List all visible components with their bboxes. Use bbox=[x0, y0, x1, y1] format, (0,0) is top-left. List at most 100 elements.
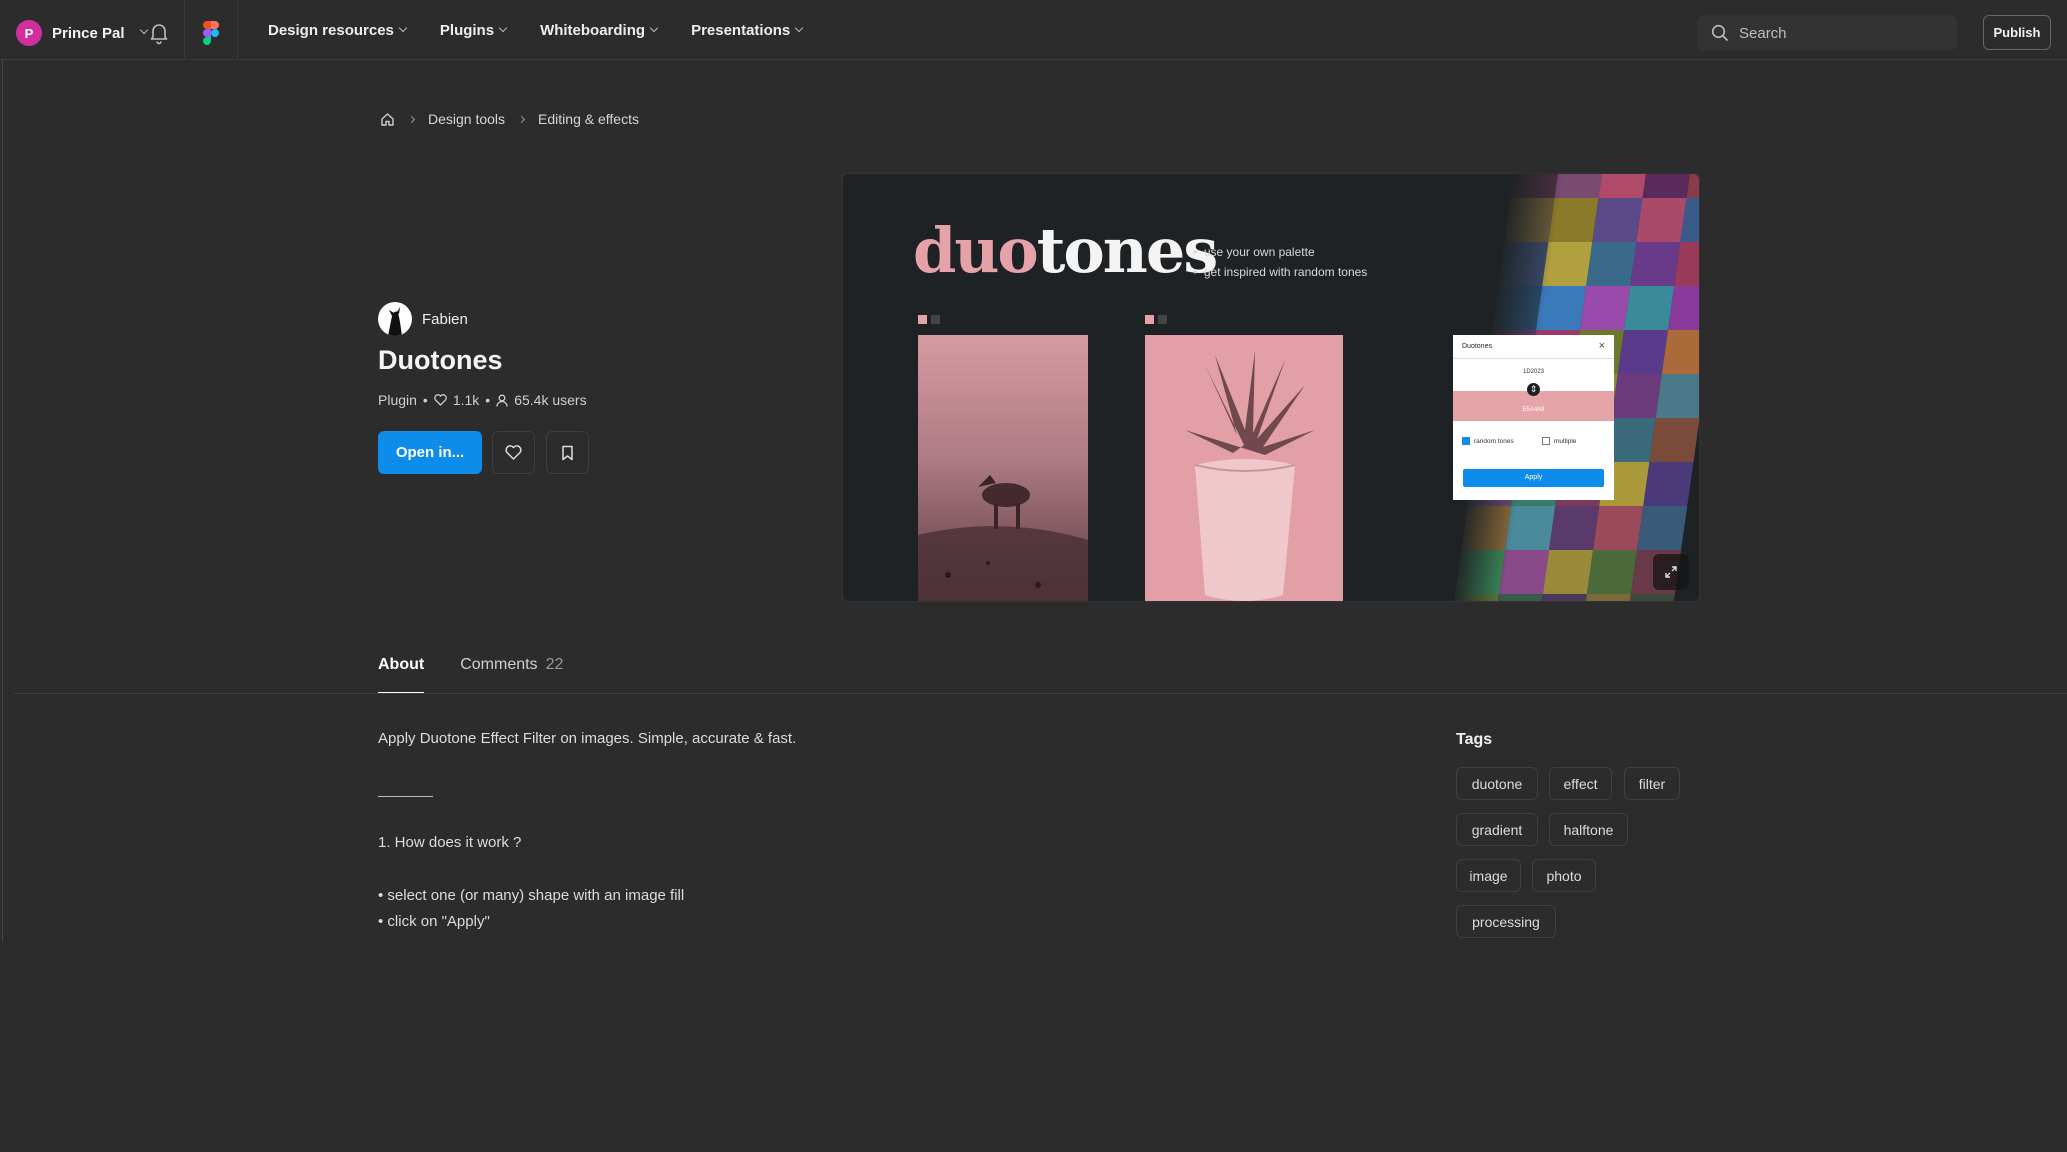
mockup-option-random: random tones bbox=[1462, 437, 1514, 445]
heart-icon bbox=[505, 445, 522, 460]
chevron-right-icon bbox=[518, 115, 526, 123]
author-avatar bbox=[378, 302, 412, 336]
main-nav: Design resources Plugins Whiteboarding P… bbox=[268, 22, 804, 39]
chevron-down-icon bbox=[649, 23, 659, 32]
open-in-button[interactable]: Open in... bbox=[378, 431, 482, 474]
like-button[interactable] bbox=[492, 431, 535, 474]
avatar: P bbox=[16, 20, 42, 46]
nav-label: Whiteboarding bbox=[540, 22, 646, 39]
preview-title-duo: duo bbox=[913, 214, 1039, 287]
mockup-header: Duotones × bbox=[1453, 335, 1614, 359]
mockup-color-top-text: 1D2023 bbox=[1522, 369, 1545, 375]
tag-processing[interactable]: processing bbox=[1456, 905, 1556, 938]
tabs: About Comments 22 bbox=[378, 656, 563, 694]
nav-whiteboarding[interactable]: Whiteboarding bbox=[540, 22, 659, 39]
checkbox-checked-icon bbox=[1462, 437, 1470, 445]
search-box[interactable] bbox=[1697, 15, 1957, 51]
author-name: Fabien bbox=[422, 310, 468, 328]
about-step: • click on "Apply" bbox=[378, 913, 490, 930]
chevron-down-icon bbox=[498, 23, 508, 32]
dot-separator: • bbox=[485, 392, 491, 408]
tag-halftone[interactable]: halftone bbox=[1549, 813, 1628, 846]
divider bbox=[2, 60, 3, 942]
user-icon bbox=[496, 394, 508, 407]
page-title: Duotones bbox=[378, 345, 503, 375]
users-count: 65.4k users bbox=[514, 392, 587, 408]
mockup-apply-button: Apply bbox=[1463, 469, 1604, 487]
tag-duotone[interactable]: duotone bbox=[1456, 767, 1538, 800]
search-icon bbox=[1711, 24, 1729, 42]
preview-bullet: • get inspired with random tones bbox=[1193, 265, 1368, 279]
breadcrumb-item-editing-effects[interactable]: Editing & effects bbox=[538, 111, 639, 127]
mockup-title: Duotones bbox=[1462, 343, 1492, 350]
swatch-pink bbox=[1145, 315, 1154, 324]
preview-title-tones: tones bbox=[1036, 214, 1218, 287]
user-menu[interactable]: P Prince Pal bbox=[16, 20, 148, 46]
about-intro: Apply Duotone Effect Filter on images. S… bbox=[378, 730, 797, 747]
divider bbox=[184, 0, 185, 60]
nav-plugins[interactable]: Plugins bbox=[439, 22, 508, 39]
about-step: • select one (or many) shape with an ima… bbox=[378, 887, 685, 904]
heart-icon bbox=[434, 394, 447, 406]
tag-filter[interactable]: filter bbox=[1624, 767, 1680, 800]
nav-presentations[interactable]: Presentations bbox=[691, 22, 804, 39]
chevron-right-icon bbox=[407, 115, 416, 123]
plugin-ui-mockup: Duotones × 1D2023 E5A4A8 ⇕ random tones … bbox=[1453, 335, 1614, 500]
publish-button[interactable]: Publish bbox=[1983, 15, 2051, 50]
tab-label: Comments bbox=[460, 656, 538, 673]
nav-label: Plugins bbox=[439, 22, 495, 39]
breadcrumb: Design tools Editing & effects bbox=[380, 111, 639, 127]
tags-heading: Tags bbox=[1456, 731, 1493, 748]
bookmark-icon bbox=[562, 445, 573, 460]
bookmark-button[interactable] bbox=[546, 431, 589, 474]
divider bbox=[14, 693, 2067, 694]
tag-photo[interactable]: photo bbox=[1532, 859, 1596, 892]
comments-count: 22 bbox=[545, 656, 564, 673]
close-icon: × bbox=[1598, 340, 1605, 352]
mockup-color-bottom-text: E5A4A8 bbox=[1522, 407, 1545, 413]
home-icon[interactable] bbox=[380, 112, 395, 127]
mockup-option-multiple: multiple bbox=[1542, 437, 1576, 445]
plant-photo bbox=[1145, 335, 1343, 601]
plugin-meta: Plugin • 1.1k • 65.4k users bbox=[378, 392, 587, 408]
plugin-type: Plugin bbox=[378, 392, 417, 408]
swatch-pink bbox=[918, 315, 927, 324]
about-heading: 1. How does it work ? bbox=[378, 834, 522, 851]
tag-image[interactable]: image bbox=[1456, 859, 1521, 892]
preview-bullet-text: use your own palette bbox=[1203, 245, 1315, 259]
search-input[interactable] bbox=[1739, 24, 1939, 42]
tab-label: About bbox=[378, 656, 425, 673]
swatch-dark bbox=[1158, 315, 1167, 324]
dot-separator: • bbox=[422, 392, 428, 408]
checkbox-icon bbox=[1542, 437, 1550, 445]
bell-icon[interactable] bbox=[148, 21, 170, 45]
swap-icon: ⇕ bbox=[1527, 383, 1540, 396]
preview-bullet-text: get inspired with random tones bbox=[1203, 265, 1368, 279]
preview-title: duotones bbox=[913, 214, 1218, 287]
preview-bullet: • use your own palette bbox=[1193, 245, 1315, 259]
chevron-down-icon bbox=[139, 25, 148, 35]
author[interactable]: Fabien bbox=[378, 302, 468, 336]
divider bbox=[378, 796, 433, 797]
nav-design-resources[interactable]: Design resources bbox=[268, 22, 408, 39]
tab-comments[interactable]: Comments 22 bbox=[460, 656, 563, 694]
swatch-dark bbox=[931, 315, 940, 324]
tag-gradient[interactable]: gradient bbox=[1456, 813, 1538, 846]
user-name: Prince Pal bbox=[52, 24, 125, 42]
chevron-down-icon bbox=[398, 23, 408, 32]
breadcrumb-item-design-tools[interactable]: Design tools bbox=[428, 111, 505, 127]
nav-label: Presentations bbox=[691, 22, 791, 39]
preview-bullets: • use your own palette • get inspired wi… bbox=[1193, 242, 1367, 282]
expand-icon bbox=[1665, 566, 1677, 578]
mockup-option-label: multiple bbox=[1554, 437, 1577, 445]
chevron-down-icon bbox=[795, 23, 804, 32]
fox-photo bbox=[918, 335, 1088, 601]
expand-button[interactable] bbox=[1653, 554, 1689, 590]
tab-about[interactable]: About bbox=[378, 656, 425, 694]
divider bbox=[237, 0, 238, 60]
figma-logo-icon[interactable] bbox=[203, 21, 219, 45]
plugin-preview-image[interactable]: duotones • use your own palette • get in… bbox=[842, 173, 1700, 602]
likes-count: 1.1k bbox=[452, 392, 480, 408]
tag-effect[interactable]: effect bbox=[1549, 767, 1612, 800]
mockup-option-label: random tones bbox=[1474, 437, 1514, 445]
